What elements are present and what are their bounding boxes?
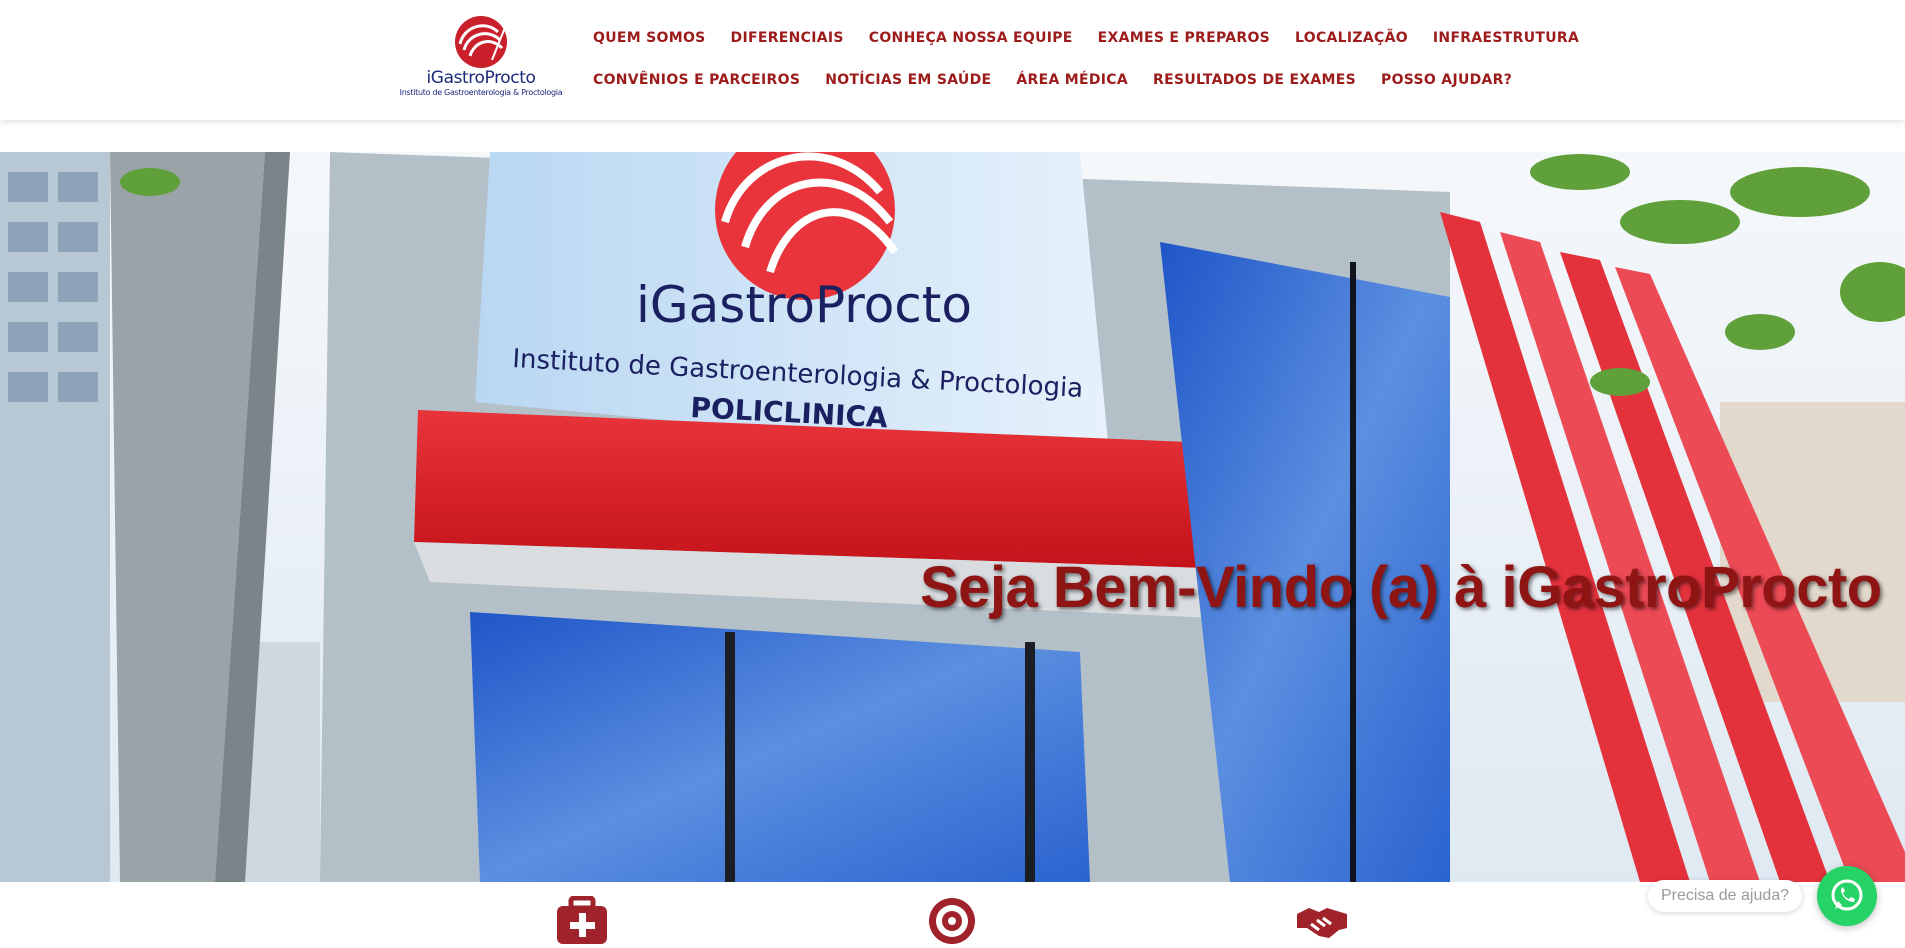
whatsapp-icon xyxy=(1831,879,1863,911)
nav-item-convenios[interactable]: CONVÊNIOS E PARCEIROS xyxy=(593,72,800,92)
logo-emblem-icon xyxy=(455,16,509,68)
help-bubble[interactable]: Precisa de ajuda? xyxy=(1648,880,1802,912)
nav-row-1: QUEM SOMOS DIFERENCIAIS CONHEÇA NOSSA EQ… xyxy=(593,30,1604,50)
nav-item-noticias[interactable]: NOTÍCIAS EM SAÚDE xyxy=(825,72,991,92)
nav-item-quem-somos[interactable]: QUEM SOMOS xyxy=(593,30,706,50)
logo-name: iGastroProcto xyxy=(426,68,536,88)
nav-row-2: CONVÊNIOS E PARCEIROS NOTÍCIAS EM SAÚDE … xyxy=(593,72,1604,92)
nav-item-diferenciais[interactable]: DIFERENCIAIS xyxy=(731,30,844,50)
handshake-icon xyxy=(1297,908,1347,938)
logo-tagline: Instituto de Gastroenterologia & Proctol… xyxy=(399,88,563,97)
nav-item-area-medica[interactable]: ÁREA MÉDICA xyxy=(1016,72,1128,92)
sign-brand-text: iGastroProcto xyxy=(636,276,972,334)
target-icon xyxy=(929,898,975,944)
medical-kit-icon xyxy=(557,896,607,944)
nav-item-localizacao[interactable]: LOCALIZAÇÃO xyxy=(1295,30,1408,50)
features-row xyxy=(0,882,1905,948)
site-logo[interactable]: iGastroProcto Instituto de Gastroenterol… xyxy=(396,14,566,106)
nav-item-posso-ajudar[interactable]: POSSO AJUDAR? xyxy=(1381,72,1512,92)
nav-item-resultados[interactable]: RESULTADOS DE EXAMES xyxy=(1153,72,1356,92)
nav-item-equipe[interactable]: CONHEÇA NOSSA EQUIPE xyxy=(869,30,1073,50)
nav-item-exames[interactable]: EXAMES E PREPAROS xyxy=(1098,30,1270,50)
hero-title: Seja Bem-Vindo (a) à iGastroProcto xyxy=(920,555,1882,620)
hero-building-image: iGastroProcto Instituto de Gastroenterol… xyxy=(0,152,1905,882)
main-nav: QUEM SOMOS DIFERENCIAIS CONHEÇA NOSSA EQ… xyxy=(593,30,1604,114)
whatsapp-button[interactable] xyxy=(1817,866,1877,926)
hero-banner: iGastroProcto Instituto de Gastroenterol… xyxy=(0,152,1905,882)
nav-item-infraestrutura[interactable]: INFRAESTRUTURA xyxy=(1433,30,1579,50)
site-header: iGastroProcto Instituto de Gastroenterol… xyxy=(0,0,1905,120)
